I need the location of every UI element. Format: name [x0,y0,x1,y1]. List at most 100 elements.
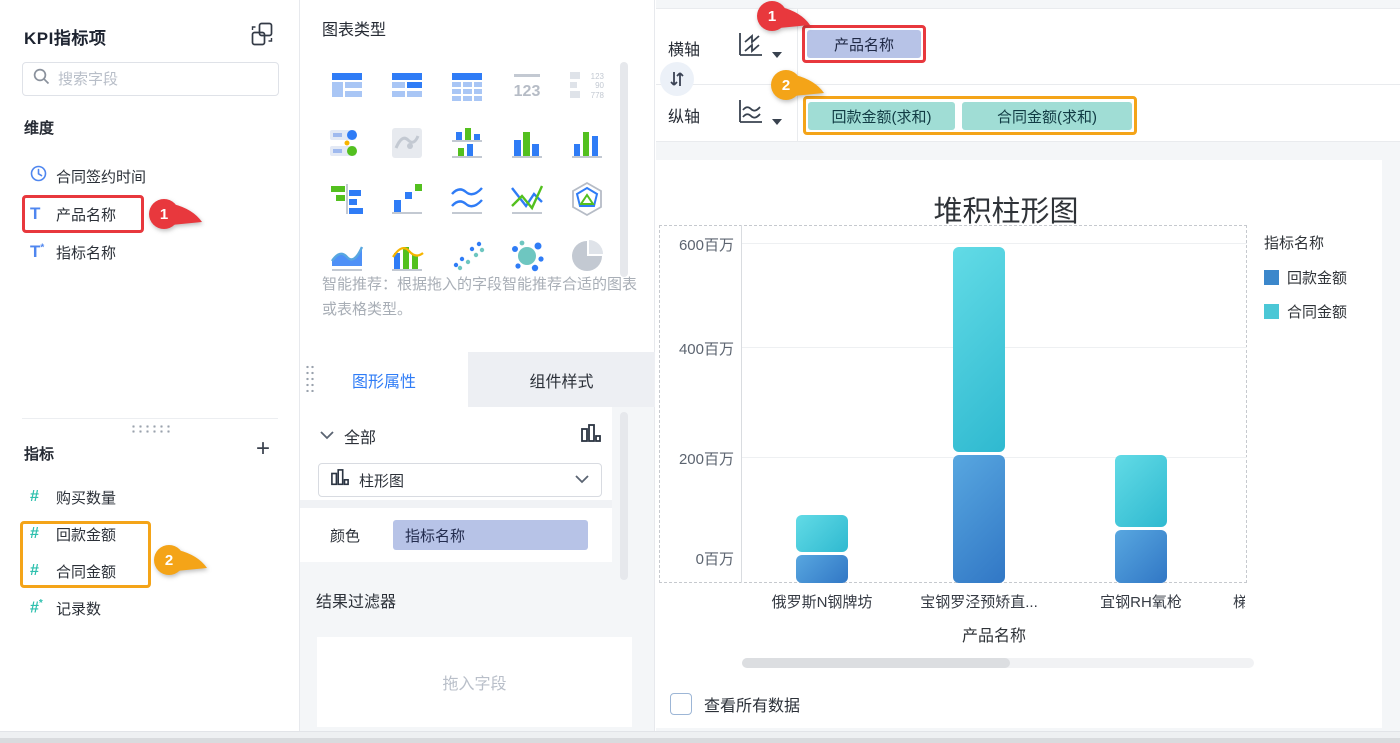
chart-type-cross-line-icon[interactable] [508,180,546,218]
dimension-label: 合同签约时间 [56,168,147,186]
chart-kind-select[interactable]: 柱形图 [318,463,602,497]
x-axis-type-icon[interactable] [736,30,766,63]
chart-type-bubble-icon[interactable] [508,237,546,275]
bar-segment-合同金额[interactable] [796,515,848,552]
row-divider [656,84,1400,85]
panel-drag-handle[interactable] [130,424,170,433]
group-all-row[interactable]: 全部 [300,415,612,455]
hash-calc-icon: #* [30,598,43,617]
measure-item-purchase-qty[interactable]: # 购买数量 [0,478,300,516]
search-icon [33,68,50,90]
chart-type-gantt-icon[interactable] [328,124,366,162]
y-axis-caret-icon[interactable] [772,119,782,125]
chart-type-stacked-bar-horizontal-icon[interactable] [328,180,366,218]
svg-text:2: 2 [165,552,173,569]
result-filter-header: 结果过滤器 [316,594,397,611]
bar-segment-回款金额[interactable] [953,455,1005,583]
tab-component-style[interactable]: 组件样式 [468,352,655,407]
measure-item-record-count[interactable]: #* 记录数 [0,589,300,627]
svg-text:778: 778 [591,91,605,100]
section-divider [22,418,278,419]
chart-type-combo-bar-line-icon[interactable] [388,237,426,275]
chart-horizontal-scrollbar[interactable] [742,658,1254,668]
legend-title: 指标名称 [1264,235,1325,252]
filter-dropzone[interactable]: 拖入字段 [317,637,632,727]
field-list-panel: KPI指标项 维度 合同签约时间 T 产品名称 T* 指标名称 [0,0,300,731]
x-category-partial: 梯 [1233,594,1245,611]
color-field-chip[interactable]: 指标名称 [393,520,588,550]
chart-type-multi-line-icon[interactable] [448,180,486,218]
bar-segment-回款金额[interactable] [796,555,848,583]
add-measure-button[interactable]: + [251,437,275,462]
y-tick-label: 400百万 [678,341,734,358]
text-calc-field-icon: T* [30,242,45,261]
search-field-box[interactable] [22,62,279,96]
clock-icon [30,165,56,187]
annotation-badge-1: 1 [149,199,202,229]
tab-graphic-properties[interactable]: 图形属性 [300,352,468,407]
x-category-label: 宜钢RH氧枪 [1100,594,1182,611]
property-tabs: 图形属性 组件样式 [300,352,655,407]
chart-type-pie-icon[interactable] [568,237,606,275]
chart-type-table-group-icon[interactable] [388,66,426,104]
chart-type-kpi-number-icon[interactable]: 123 [508,66,546,104]
swap-axes-button[interactable] [660,62,694,96]
switch-view-icon[interactable] [249,21,275,47]
chart-config-panel: 图表类型 123 123 90 778 智能推荐：根据拖入的字段智能推荐合适的图… [300,0,655,731]
chart-type-section: 图表类型 123 123 90 778 智能推荐：根据拖入的字段智能推荐合适的图… [300,0,654,352]
bar-segment-回款金额[interactable] [1115,530,1167,583]
annotation-box-product-name [22,195,144,233]
x-axis-title: 产品名称 [961,628,1026,645]
chart-title: 堆积柱形图 [933,196,1079,228]
svg-text:1: 1 [160,206,168,223]
chart-type-table-detail-icon[interactable] [328,66,366,104]
svg-text:90: 90 [595,81,604,90]
chart-type-title: 图表类型 [322,22,387,39]
annotation-box-x-field [802,25,926,63]
y-axis-line [741,225,742,583]
chart-type-scrollbar[interactable] [620,62,628,277]
chart-type-scatter-icon[interactable] [448,237,486,275]
chart-scrollbar-thumb[interactable] [742,658,1010,668]
y-axis-type-icon[interactable] [736,97,766,130]
dimension-label: 指标名称 [56,244,117,262]
view-all-data-checkbox[interactable] [670,693,692,715]
tabs-drag-handle[interactable] [305,364,316,392]
legend-swatch-icon [1264,270,1279,285]
y-axis-well-label: 纵轴 [668,109,701,126]
view-all-data-row[interactable]: 查看所有数据 [670,692,800,716]
chart-type-column-icon[interactable] [568,124,606,162]
smart-recommend-hint: 智能推荐：根据拖入的字段智能推荐合适的图表或表格类型。 [322,276,638,318]
legend-item[interactable]: 合同金额 [1264,301,1347,322]
dimension-item-metric-name[interactable]: T* 指标名称 [0,233,300,271]
search-input[interactable] [58,70,268,88]
x-axis-well-label: 横轴 [668,42,701,59]
chart-type-stacked-column-mini-icon[interactable] [448,124,486,162]
bar-segment-合同金额[interactable] [1115,455,1167,527]
panel-title: KPI指标项 [24,29,107,48]
svg-text:123: 123 [514,83,541,100]
chart-type-table-cross-icon[interactable] [448,66,486,104]
bar-segment-合同金额[interactable] [953,247,1005,452]
chart-type-kpi-card-icon[interactable]: 123 90 778 [568,66,606,104]
x-category-label: 宝钢罗泾预矫直... [920,594,1038,611]
bar-chart-mini-icon [331,468,349,493]
gridline [742,243,1247,244]
chart-type-radar-icon[interactable] [568,180,606,218]
chart-type-area-icon[interactable] [328,237,366,275]
legend-item[interactable]: 回款金额 [1264,267,1347,288]
color-label: 颜色 [330,528,361,545]
dimension-item-contract-date[interactable]: 合同签约时间 [0,157,300,195]
chart-type-step-scatter-icon[interactable] [388,180,426,218]
window-bottom-scrollbar-thumb[interactable] [0,738,1400,743]
legend-label: 合同金额 [1287,304,1348,321]
svg-text:1: 1 [768,8,776,25]
chart-type-grouped-column-icon[interactable] [508,124,546,162]
y-tick-label: 0百万 [695,551,734,568]
chart-type-map-icon[interactable] [388,124,426,162]
chart-widget[interactable]: 堆积柱形图 600百万 400百万 200百万 0百万 俄罗斯N钢牌坊 宝钢罗泾预矫直.… [656,160,1382,728]
x-axis-caret-icon[interactable] [772,52,782,58]
annotation-badge-2: 2 [771,70,824,100]
window-bottom-scrollbar[interactable] [0,731,1400,743]
properties-scrollbar[interactable] [620,412,628,580]
